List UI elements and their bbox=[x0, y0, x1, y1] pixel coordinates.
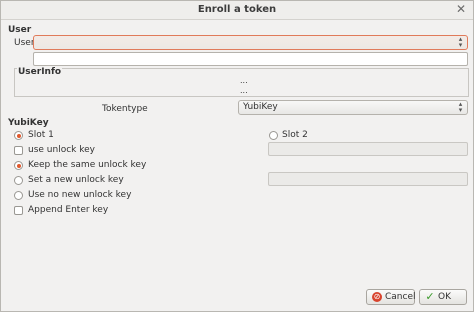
title-bar: Enroll a token ✕ bbox=[1, 1, 473, 20]
tokentype-combobox[interactable]: YubiKey ▴ ▾ bbox=[238, 100, 468, 115]
keep-same-unlock-key-label[interactable]: Keep the same unlock key bbox=[28, 160, 146, 170]
user-label: User bbox=[14, 38, 35, 48]
userinfo-row-2: ... bbox=[240, 86, 248, 95]
set-new-unlock-key-radio[interactable] bbox=[14, 176, 23, 185]
use-no-new-unlock-key-label[interactable]: Use no new unlock key bbox=[28, 190, 131, 200]
cancel-icon: ⊘ bbox=[372, 292, 382, 302]
append-enter-key-label[interactable]: Append Enter key bbox=[28, 205, 108, 215]
tokentype-label: Tokentype bbox=[102, 104, 148, 114]
unlock-key-field[interactable] bbox=[268, 142, 468, 156]
set-new-unlock-key-label[interactable]: Set a new unlock key bbox=[28, 175, 124, 185]
cancel-button[interactable]: ⊘ Cancel bbox=[366, 289, 416, 305]
keep-same-unlock-key-radio[interactable] bbox=[14, 161, 23, 170]
yubikey-group-title: YubiKey bbox=[8, 118, 49, 128]
userinfo-title: UserInfo bbox=[17, 67, 63, 77]
slot2-radio[interactable] bbox=[269, 131, 278, 140]
ok-button[interactable]: ✓ OK bbox=[419, 289, 467, 305]
user-text-field[interactable] bbox=[33, 52, 468, 66]
enroll-token-dialog: Enroll a token ✕ User User ▴ ▾ UserInfo .… bbox=[0, 0, 474, 312]
use-unlock-key-checkbox[interactable] bbox=[14, 146, 23, 155]
userinfo-row-1: ... bbox=[240, 76, 248, 85]
check-icon: ✓ bbox=[425, 290, 435, 303]
cancel-button-label: Cancel bbox=[385, 292, 416, 302]
dialog-title: Enroll a token bbox=[197, 4, 277, 15]
new-unlock-key-field[interactable] bbox=[268, 172, 468, 186]
ok-button-label: OK bbox=[438, 292, 451, 302]
slot1-radio[interactable] bbox=[14, 131, 23, 140]
use-no-new-unlock-key-radio[interactable] bbox=[14, 191, 23, 200]
updown-arrow-icon: ▴ ▾ bbox=[458, 100, 463, 114]
user-group-title: User bbox=[8, 25, 32, 35]
slot2-label[interactable]: Slot 2 bbox=[282, 130, 308, 140]
tokentype-value: YubiKey bbox=[243, 102, 278, 112]
slot1-label[interactable]: Slot 1 bbox=[28, 130, 54, 140]
use-unlock-key-label[interactable]: use unlock key bbox=[28, 145, 95, 155]
user-combobox[interactable]: ▴ ▾ bbox=[33, 35, 468, 50]
append-enter-key-checkbox[interactable] bbox=[14, 206, 23, 215]
close-icon[interactable]: ✕ bbox=[455, 3, 467, 15]
updown-arrow-icon: ▴ ▾ bbox=[458, 35, 463, 49]
